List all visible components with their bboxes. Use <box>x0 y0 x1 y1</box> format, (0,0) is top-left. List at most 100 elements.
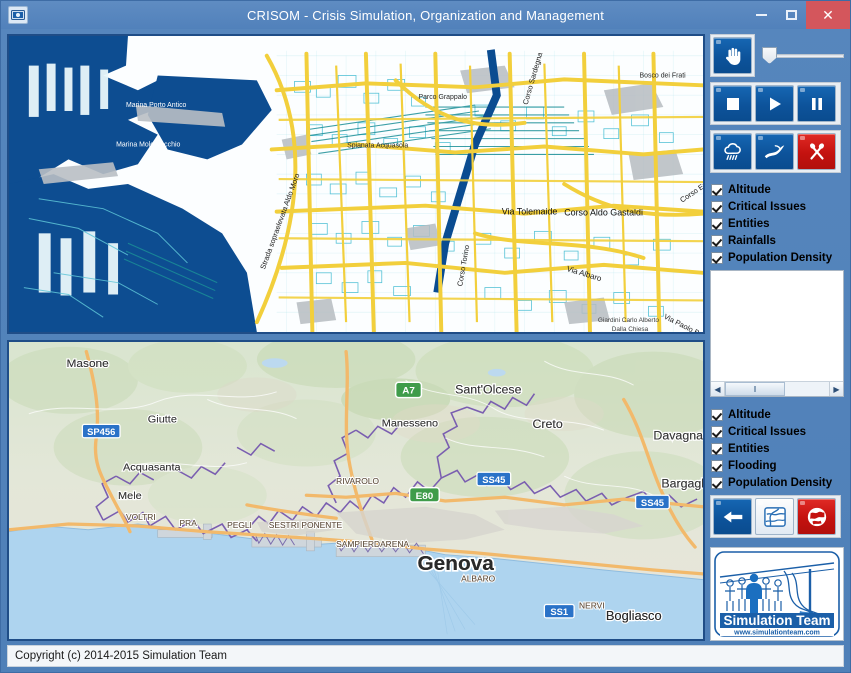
entity-listbox-hscrollbar[interactable]: ◀ ▶ <box>711 381 843 396</box>
navigation-button-group <box>710 495 841 538</box>
food-crisis-button[interactable] <box>797 133 836 170</box>
checkbox-rainfalls-top[interactable] <box>711 234 723 247</box>
layer-row-population-density-bottom[interactable]: Population Density <box>711 474 844 491</box>
layer-row-altitude-bottom[interactable]: Altitude <box>711 406 844 423</box>
rainfall-button[interactable] <box>713 133 752 170</box>
flood-wave-icon <box>764 144 785 158</box>
svg-text:SS1: SS1 <box>550 607 568 617</box>
globe-button[interactable] <box>797 498 836 535</box>
hand-icon <box>725 47 740 65</box>
map-label: Bosco dei Frati <box>640 72 687 79</box>
status-bar: Copyright (c) 2014-2015 Simulation Team <box>7 645 844 667</box>
play-icon <box>769 97 781 110</box>
checkbox-population-density-bottom[interactable] <box>711 476 723 489</box>
entity-listbox-content[interactable] <box>711 271 843 381</box>
road-shield: SS1 <box>543 603 575 619</box>
checkbox-entities-top[interactable] <box>711 217 723 230</box>
entity-listbox[interactable]: ◀ ▶ <box>710 270 844 397</box>
road-shield: A7 <box>394 381 423 399</box>
layer-row-critical-issues-bottom[interactable]: Critical Issues <box>711 423 844 440</box>
layer-list-bottom: Altitude Critical Issues Entities Floodi… <box>711 406 844 491</box>
checkbox-critical-issues-bottom[interactable] <box>711 425 723 438</box>
pause-button[interactable] <box>797 85 836 122</box>
map-label: Creto <box>532 417 563 431</box>
layer-label: Critical Issues <box>728 425 806 438</box>
layer-label: Entities <box>728 217 770 230</box>
main-content: Marina Porto Antico Marina Molo Vecchio … <box>1 29 850 641</box>
control-sidebar: Altitude Critical Issues Entities Rainfa… <box>710 34 844 641</box>
map-label: Giutte <box>148 414 177 426</box>
flooding-button[interactable] <box>755 133 794 170</box>
scroll-right-arrow-icon[interactable]: ▶ <box>829 382 843 396</box>
window-title: CRISOM - Crisis Simulation, Organization… <box>246 7 605 23</box>
pause-icon <box>811 97 822 110</box>
checkbox-entities-bottom[interactable] <box>711 442 723 455</box>
city-detail-map[interactable]: Marina Porto Antico Marina Molo Vecchio … <box>9 36 703 332</box>
layer-row-critical-issues-top[interactable]: Critical Issues <box>711 198 844 215</box>
hand-pan-button[interactable] <box>713 37 752 74</box>
map-label: Masone <box>67 357 109 370</box>
play-button[interactable] <box>755 85 794 122</box>
map-label: Dalla Chiesa <box>612 326 649 332</box>
close-icon: ✕ <box>822 6 834 23</box>
map-label: VOLTRI <box>126 513 156 522</box>
pan-tool-group <box>710 34 755 77</box>
checkbox-altitude-top[interactable] <box>711 183 723 196</box>
application-window: CRISOM - Crisis Simulation, Organization… <box>0 0 851 673</box>
app-icon <box>8 6 28 24</box>
layer-row-entities-top[interactable]: Entities <box>711 215 844 232</box>
layer-label: Population Density <box>728 476 833 489</box>
logo-url: www.simulationteam.com <box>733 630 820 637</box>
map-label: Acquasanta <box>123 462 181 474</box>
checkbox-altitude-bottom[interactable] <box>711 408 723 421</box>
region-terrain-map[interactable]: Masone Masone Giutte Giutte Acquasanta A… <box>9 342 703 639</box>
crossed-spoons-icon <box>809 142 824 160</box>
map-label: Sant'Olcese <box>455 383 522 397</box>
scroll-thumb[interactable] <box>725 382 786 396</box>
map-label: SESTRI PONENTE <box>269 521 343 530</box>
map-label: Giardini Carlo Alberto <box>598 317 659 324</box>
map-label: Corso Aldo Gastaldi <box>564 208 643 218</box>
maximize-button[interactable] <box>776 1 806 29</box>
checkbox-flooding-bottom[interactable] <box>711 459 723 472</box>
road-shield: E80 <box>408 486 441 503</box>
map-label: Spianata Acquasola <box>347 143 408 150</box>
zoom-slider[interactable] <box>762 47 844 65</box>
minimize-icon <box>755 14 767 16</box>
layer-row-altitude-top[interactable]: Altitude <box>711 181 844 198</box>
layer-label: Altitude <box>728 408 771 421</box>
city-detail-map-panel[interactable]: Marina Porto Antico Marina Molo Vecchio … <box>7 34 705 334</box>
region-terrain-map-panel[interactable]: Masone Masone Giutte Giutte Acquasanta A… <box>7 340 705 641</box>
slider-thumb[interactable] <box>762 47 777 64</box>
layer-label: Altitude <box>728 183 771 196</box>
close-button[interactable]: ✕ <box>806 1 850 29</box>
layer-row-entities-bottom[interactable]: Entities <box>711 440 844 457</box>
minimize-button[interactable] <box>746 1 776 29</box>
map-label: Marina Porto Antico <box>126 102 187 109</box>
back-button[interactable] <box>713 498 752 535</box>
copyright-text: Copyright (c) 2014-2015 Simulation Team <box>15 650 228 662</box>
layer-row-rainfalls-top[interactable]: Rainfalls <box>711 232 844 249</box>
checkbox-critical-issues-top[interactable] <box>711 200 723 213</box>
svg-text:A7: A7 <box>402 386 415 397</box>
map-label: NERVI <box>579 601 605 610</box>
maps-column: Marina Porto Antico Marina Molo Vecchio … <box>7 34 705 641</box>
svg-text:E80: E80 <box>416 491 434 502</box>
map-label: Genova <box>417 552 494 575</box>
map-view-button[interactable] <box>755 498 794 535</box>
road-shield: SS45 <box>476 471 512 487</box>
stop-button[interactable] <box>713 85 752 122</box>
stop-icon <box>726 97 739 110</box>
checkbox-population-density-top[interactable] <box>711 251 723 264</box>
layer-list-top: Altitude Critical Issues Entities Rainfa… <box>711 181 844 266</box>
road-shield: SP456 <box>81 423 121 439</box>
scroll-left-arrow-icon[interactable]: ◀ <box>711 382 725 396</box>
layer-row-population-density-top[interactable]: Population Density <box>711 249 844 266</box>
map-label: Parco Grappalo <box>418 94 467 101</box>
rain-cloud-icon <box>723 142 741 160</box>
map-label: Manesseno <box>382 417 438 429</box>
layer-label: Entities <box>728 442 770 455</box>
globe-icon <box>807 507 826 526</box>
layer-row-flooding-bottom[interactable]: Flooding <box>711 457 844 474</box>
scroll-track[interactable] <box>725 382 829 396</box>
